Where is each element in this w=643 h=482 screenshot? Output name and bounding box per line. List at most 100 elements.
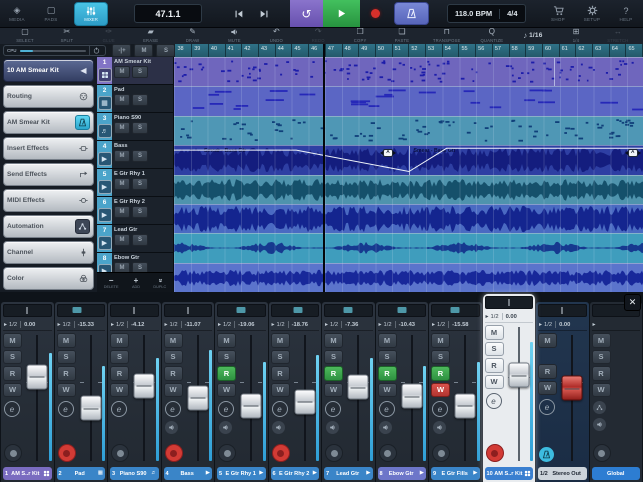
record-arm-button[interactable]	[165, 444, 183, 462]
track-row-5[interactable]: 5▶E Gtr Rhy 1MS	[97, 169, 173, 197]
volume-fader[interactable]	[508, 363, 529, 388]
media-button[interactable]: ◈ MEDIA	[0, 0, 34, 27]
track-mute-button[interactable]: M	[114, 262, 130, 272]
pads-button[interactable]: ▢ PADS	[34, 0, 68, 27]
ruler-bar-61[interactable]: 61	[560, 44, 577, 57]
inspector-routing-button[interactable]: Routing	[3, 85, 94, 108]
monitor-button[interactable]	[433, 421, 446, 434]
monitor-button[interactable]	[326, 421, 339, 434]
output-routing[interactable]: ▸1/20.00	[485, 311, 534, 323]
mute-button[interactable]: M	[217, 333, 236, 348]
metronome-button[interactable]	[539, 447, 554, 462]
channel-label[interactable]: 1/2Stereo Out	[538, 467, 587, 480]
global-mute-button[interactable]: M	[134, 44, 153, 57]
channel-label[interactable]: 4Bass▶	[164, 467, 213, 480]
automation-marker[interactable]: A	[625, 149, 641, 157]
volume-fader[interactable]	[294, 389, 315, 414]
pan-control[interactable]	[485, 296, 534, 309]
ruler-bar-48[interactable]: 48	[343, 44, 360, 57]
volume-fader[interactable]	[241, 393, 262, 418]
clip-bass-1[interactable]: Smear - Bass Gtr	[174, 146, 409, 174]
write-automation-button[interactable]: W	[164, 383, 183, 398]
channel-label[interactable]: 3Piano S90♬	[110, 467, 159, 480]
solo-button[interactable]: S	[485, 342, 504, 357]
ruler-bar-60[interactable]: 60	[543, 44, 560, 57]
output-routing[interactable]: ▸	[592, 319, 641, 331]
tool-copy[interactable]: ❐COPY	[349, 28, 371, 43]
write-automation-button[interactable]: W	[3, 383, 22, 398]
ruler-bar-57[interactable]: 57	[493, 44, 510, 57]
timeline-ruler[interactable]: 3839404142434445464748495051525354555657…	[175, 44, 643, 57]
inspector-automation-button[interactable]: Automation	[3, 215, 94, 238]
record-arm-button[interactable]	[379, 444, 397, 462]
track-row-7[interactable]: 7▶Lead GtrMS	[97, 225, 173, 253]
channel-label[interactable]: 9E Gtr Fills▶	[431, 467, 480, 480]
mute-button[interactable]: M	[3, 333, 22, 348]
track-row-2[interactable]: 2▦PadMS	[97, 85, 173, 113]
ruler-bar-49[interactable]: 49	[359, 44, 376, 57]
volume-fader[interactable]	[562, 376, 583, 401]
mute-button[interactable]: M	[485, 325, 504, 340]
piano-icon[interactable]: ♬	[98, 124, 112, 138]
volume-fader[interactable]	[80, 396, 101, 421]
ruler-bar-45[interactable]: 45	[292, 44, 309, 57]
record-arm-button[interactable]	[111, 444, 129, 462]
ruler-bar-59[interactable]: 59	[526, 44, 543, 57]
solo-button[interactable]: S	[378, 350, 397, 365]
read-automation-button[interactable]: R	[538, 364, 557, 379]
mute-button[interactable]: M	[57, 333, 76, 348]
inspector-instrument-button[interactable]: AM Smear Kit	[3, 111, 94, 134]
ruler-bar-47[interactable]: 47	[326, 44, 343, 57]
channel-label[interactable]: 7Lead Gtr▶	[324, 467, 373, 480]
record-arm-button[interactable]	[218, 444, 236, 462]
tool-paste[interactable]: ❏PASTE	[391, 28, 413, 43]
time-position-display[interactable]: 47.1.1	[134, 4, 202, 23]
track-solo-button[interactable]: S	[132, 150, 148, 162]
mute-button[interactable]: M	[271, 333, 290, 348]
shop-button[interactable]: SHOP	[541, 5, 575, 22]
channel-label[interactable]: 10AM S..r Kit	[485, 467, 534, 480]
clip-lead-gtr-1[interactable]	[174, 234, 643, 262]
solo-button[interactable]: S	[271, 350, 290, 365]
record-arm-button[interactable]	[325, 444, 343, 462]
ruler-bar-63[interactable]: 63	[593, 44, 610, 57]
track-mute-button[interactable]: M	[114, 66, 130, 78]
pan-control[interactable]	[431, 304, 480, 317]
ruler-bar-39[interactable]: 39	[192, 44, 209, 57]
playtri-icon[interactable]: ▶	[98, 264, 112, 272]
skip-back-button[interactable]	[226, 0, 251, 27]
inspector-track-select-button[interactable]: 10 AM Smear Kit◀	[3, 59, 94, 82]
mute-button[interactable]: M	[164, 333, 183, 348]
clip-pad-1[interactable]	[174, 87, 643, 115]
inspector-send-effects-button[interactable]: Send Effects	[3, 163, 94, 186]
volume-fader[interactable]	[187, 385, 208, 410]
output-routing[interactable]: ▸1/2-18.76	[271, 319, 320, 331]
output-routing[interactable]: ▸1/2-11.07	[164, 319, 213, 331]
ruler-bar-52[interactable]: 52	[409, 44, 426, 57]
track-solo-button[interactable]: S	[132, 66, 148, 78]
output-routing[interactable]: ▸1/2-15.33	[57, 319, 106, 331]
pan-control[interactable]	[57, 304, 106, 317]
tool-quantize-value[interactable]: ♪1/16	[523, 32, 545, 40]
track-mute-button[interactable]: M	[114, 122, 130, 134]
record-arm-button[interactable]	[4, 444, 22, 462]
track-mute-button[interactable]: M	[114, 206, 130, 218]
pan-control[interactable]	[324, 304, 373, 317]
pan-control[interactable]	[271, 304, 320, 317]
tool-undo[interactable]: ↶UNDO	[265, 28, 287, 43]
ruler-bar-55[interactable]: 55	[459, 44, 476, 57]
mixer-button[interactable]: MIXER	[74, 2, 108, 26]
channel-edit-button[interactable]: e	[325, 401, 341, 417]
mute-button[interactable]: M	[538, 333, 557, 348]
channel-edit-button[interactable]: e	[218, 401, 234, 417]
solo-button[interactable]: S	[324, 350, 343, 365]
channel-edit-button[interactable]: e	[379, 401, 395, 417]
volume-fader[interactable]	[348, 375, 369, 400]
record-button[interactable]	[360, 0, 390, 27]
solo-button[interactable]: S	[3, 350, 22, 365]
ruler-bar-50[interactable]: 50	[376, 44, 393, 57]
pan-control[interactable]	[164, 304, 213, 317]
monitor-button[interactable]	[165, 421, 178, 434]
solo-button[interactable]: S	[431, 350, 450, 365]
ruler-bar-56[interactable]: 56	[476, 44, 493, 57]
